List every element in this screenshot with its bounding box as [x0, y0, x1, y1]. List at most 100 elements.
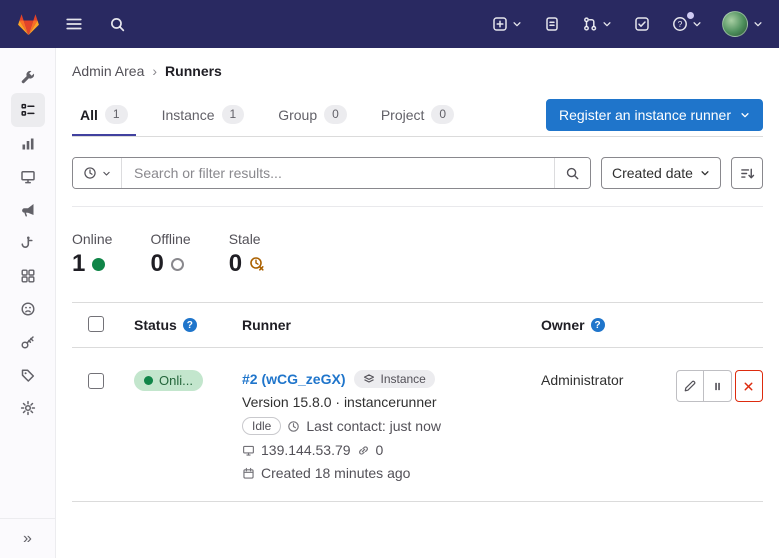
- select-all-checkbox[interactable]: [88, 316, 104, 332]
- status-badge-label: Onli...: [159, 373, 193, 388]
- stat-stale: Stale 0: [229, 231, 265, 276]
- todos-button[interactable]: [632, 14, 652, 34]
- tab-project[interactable]: Project 0: [373, 93, 462, 136]
- search-icon[interactable]: [107, 14, 128, 35]
- column-header-runner: Runner: [242, 317, 291, 333]
- tab-group-count: 0: [324, 105, 347, 123]
- sidebar-item-overview[interactable]: [11, 93, 45, 127]
- table-header-row: Status ? Runner Owner ?: [72, 302, 763, 348]
- runner-type-label: Instance: [380, 372, 425, 386]
- monitor-icon: [20, 169, 36, 185]
- chevron-down-icon: [102, 169, 111, 178]
- runner-status-stats: Online 1 Offline 0 Stale 0: [72, 231, 763, 276]
- tab-group-label: Group: [278, 107, 317, 123]
- main-content: Admin Area › Runners All 1 Instance 1 Gr…: [56, 48, 779, 558]
- search-submit-button[interactable]: [554, 158, 590, 188]
- register-instance-runner-button[interactable]: Register an instance runner: [546, 99, 763, 131]
- tab-all-count: 1: [105, 105, 128, 123]
- collapse-sidebar-button[interactable]: »: [0, 518, 55, 558]
- runner-type-badge: Instance: [354, 370, 434, 388]
- sidebar-item-monitoring[interactable]: [11, 160, 45, 193]
- tab-group[interactable]: Group 0: [270, 93, 355, 136]
- gear-icon: [20, 400, 36, 416]
- topbar-right-group: ?: [490, 11, 763, 37]
- gitlab-tanuki-icon: [16, 12, 41, 36]
- sidebar-item-settings[interactable]: [11, 391, 45, 424]
- owner-help-icon[interactable]: ?: [591, 318, 605, 332]
- breadcrumb: Admin Area › Runners: [72, 48, 763, 79]
- column-header-status: Status: [134, 317, 177, 333]
- key-icon: [20, 334, 36, 350]
- sidebar-item-analytics[interactable]: [11, 127, 45, 160]
- chevron-down-icon: [740, 110, 750, 120]
- sidebar-item-labels[interactable]: [11, 358, 45, 391]
- row-checkbox[interactable]: [88, 373, 104, 389]
- sort-direction-button[interactable]: [731, 157, 763, 189]
- filter-bar: Created date: [72, 157, 763, 189]
- delete-runner-button[interactable]: [735, 370, 763, 402]
- search-input[interactable]: [122, 158, 554, 188]
- history-clock-icon: [83, 166, 97, 180]
- tab-instance[interactable]: Instance 1: [154, 93, 253, 136]
- breadcrumb-admin-area[interactable]: Admin Area: [72, 63, 144, 79]
- sidebar-item-admin-overview[interactable]: [11, 60, 45, 93]
- plus-square-icon: [492, 16, 508, 32]
- stat-online-value: 1: [72, 252, 85, 276]
- stat-offline: Offline 0: [150, 231, 190, 276]
- activity-badge: Idle: [242, 417, 281, 435]
- help-button[interactable]: ?: [670, 14, 704, 34]
- admin-sidebar: »: [0, 48, 56, 558]
- ip-address: 139.144.53.79: [261, 442, 351, 458]
- tab-all[interactable]: All 1: [72, 93, 136, 136]
- runner-tabs: All 1 Instance 1 Group 0 Project 0 Regis…: [72, 93, 763, 137]
- pause-runner-button[interactable]: [703, 370, 731, 402]
- svg-text:?: ?: [678, 19, 683, 29]
- sidebar-item-abuse-reports[interactable]: [11, 292, 45, 325]
- labels-tag-icon: [20, 367, 36, 383]
- new-menu-button[interactable]: [490, 14, 524, 34]
- sort-by-label: Created date: [612, 165, 694, 181]
- top-navigation-bar: ?: [0, 0, 779, 48]
- collapse-chevrons-icon: »: [23, 530, 32, 548]
- runner-link[interactable]: #2 (wCG_zeGX): [242, 371, 345, 387]
- register-button-label: Register an instance runner: [559, 107, 731, 123]
- link-chain-icon: [357, 444, 370, 457]
- sort-by-dropdown[interactable]: Created date: [601, 157, 721, 189]
- sidebar-item-system-hooks[interactable]: [11, 226, 45, 259]
- owner-cell: Administrator: [541, 370, 676, 388]
- row-actions: [676, 370, 763, 402]
- stat-stale-label: Stale: [229, 231, 265, 247]
- sidebar-item-deploy-keys[interactable]: [11, 325, 45, 358]
- hook-icon: [20, 235, 36, 251]
- status-badge: Onli...: [134, 370, 203, 391]
- merge-requests-button[interactable]: [580, 14, 614, 34]
- chevron-down-icon: [692, 19, 702, 29]
- breadcrumb-separator: ›: [152, 63, 157, 79]
- filtered-search-box: [72, 157, 591, 189]
- issues-button[interactable]: [542, 14, 562, 34]
- runner-summary-cell: #2 (wCG_zeGX) Instance Version 15.8.0 · …: [242, 370, 541, 481]
- runners-table: Status ? Runner Owner ? Onli...: [72, 302, 763, 502]
- offline-circle-icon: [171, 258, 184, 271]
- edit-runner-button[interactable]: [676, 370, 704, 402]
- search-history-dropdown[interactable]: [73, 158, 122, 188]
- pause-icon: [711, 380, 724, 393]
- online-dot-icon: [144, 376, 153, 385]
- hamburger-menu-icon[interactable]: [63, 13, 85, 35]
- user-menu-button[interactable]: [722, 11, 763, 37]
- chevron-down-icon: [753, 19, 763, 29]
- abuse-face-icon: [20, 301, 36, 317]
- sidebar-item-applications[interactable]: [11, 259, 45, 292]
- column-header-owner: Owner: [541, 317, 585, 333]
- host-monitor-icon: [242, 444, 255, 457]
- sidebar-item-messages[interactable]: [11, 193, 45, 226]
- stat-offline-value: 0: [150, 252, 163, 276]
- status-help-icon[interactable]: ?: [183, 318, 197, 332]
- search-icon: [565, 166, 580, 181]
- stale-clock-icon: [249, 256, 265, 272]
- gitlab-logo[interactable]: [16, 12, 41, 36]
- applications-grid-icon: [20, 268, 36, 284]
- issues-icon: [544, 16, 560, 32]
- help-question-icon: ?: [672, 16, 688, 32]
- jobs-count[interactable]: 0: [376, 442, 384, 458]
